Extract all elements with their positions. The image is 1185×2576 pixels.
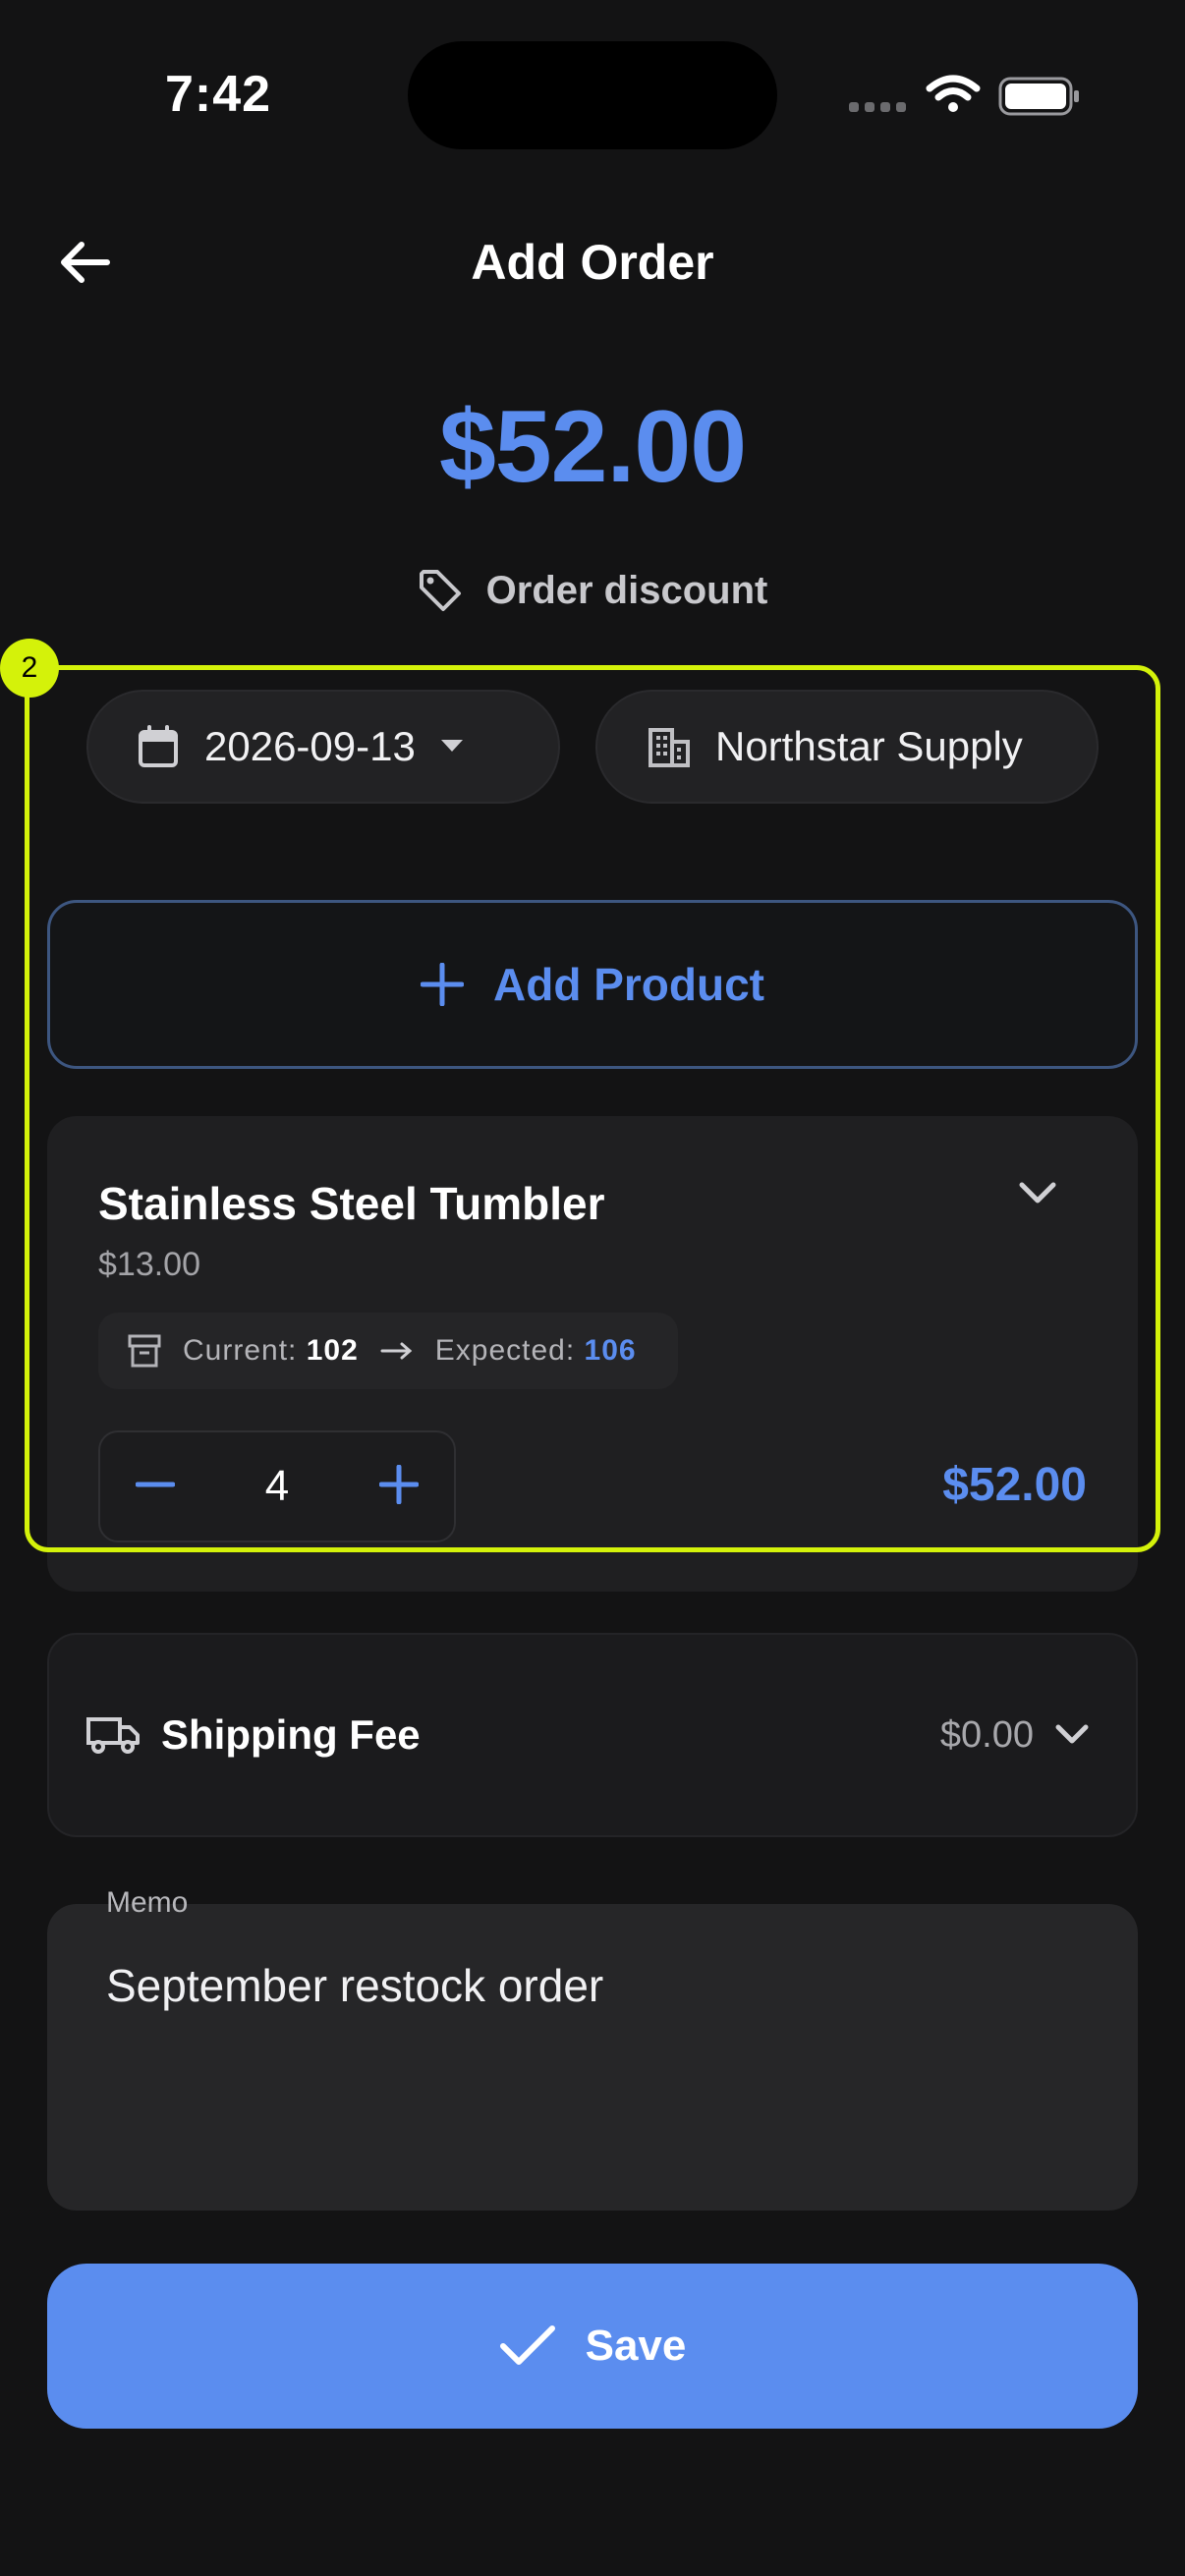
status-time: 7:42 <box>165 66 272 123</box>
battery-icon <box>998 77 1079 116</box>
wifi-icon <box>926 75 981 112</box>
plus-icon <box>421 963 464 1006</box>
supplier-picker-chip[interactable]: Northstar Supply <box>595 690 1099 804</box>
shipping-fee-value: $0.00 <box>939 1713 1034 1756</box>
calendar-icon <box>139 725 178 767</box>
product-line-total: $52.00 <box>942 1459 1087 1511</box>
archive-icon <box>128 1334 161 1368</box>
decrease-quantity-button[interactable] <box>135 1465 176 1509</box>
truck-icon <box>86 1717 140 1754</box>
expand-product-button[interactable] <box>1018 1181 1057 1211</box>
dynamic-island <box>408 41 777 149</box>
expected-stock: Expected: 106 <box>434 1334 637 1367</box>
chevron-down-icon <box>1019 1182 1056 1204</box>
building-icon <box>649 728 690 767</box>
product-unit-price: $13.00 <box>98 1246 200 1283</box>
product-line-card: Stainless Steel Tumbler $13.00 Current: … <box>47 1116 1138 1592</box>
plus-icon <box>378 1464 420 1504</box>
order-discount-button[interactable]: Order discount <box>0 568 1185 613</box>
dropdown-caret-icon <box>440 740 463 752</box>
quantity-stepper: 4 <box>98 1430 456 1542</box>
order-discount-label: Order discount <box>485 568 768 612</box>
current-stock: Current: 102 <box>183 1334 359 1367</box>
memo-text[interactable]: September restock order <box>106 1959 603 2012</box>
cellular-signal-icon <box>849 102 906 112</box>
shipping-fee-row[interactable]: Shipping Fee $0.00 <box>47 1633 1138 1837</box>
order-total-amount: $52.00 <box>438 390 747 504</box>
tag-icon <box>419 570 461 611</box>
arrow-right-icon <box>380 1342 413 1360</box>
memo-field[interactable]: Memo September restock order <box>47 1886 1138 2211</box>
add-order-screen: 7:42 Add Order $52.00 Order discount 202… <box>0 0 1185 2576</box>
save-button[interactable]: Save <box>47 2264 1138 2429</box>
product-name: Stainless Steel Tumbler <box>98 1178 605 1229</box>
date-picker-chip[interactable]: 2026-09-13 <box>86 690 560 804</box>
chevron-down-icon <box>1055 1724 1089 1744</box>
save-label: Save <box>585 2322 687 2370</box>
selected-supplier: Northstar Supply <box>715 723 1023 769</box>
minus-icon <box>135 1482 176 1486</box>
add-product-button[interactable]: Add Product <box>47 900 1138 1069</box>
shipping-fee-label: Shipping Fee <box>161 1711 421 1758</box>
quantity-value[interactable]: 4 <box>265 1462 289 1511</box>
page-title: Add Order <box>471 235 714 290</box>
check-icon <box>499 2325 555 2365</box>
selected-date: 2026-09-13 <box>204 723 416 769</box>
increase-quantity-button[interactable] <box>378 1464 420 1509</box>
add-product-label: Add Product <box>493 959 764 1010</box>
stock-info: Current: 102 Expected: 106 <box>98 1313 678 1389</box>
selection-badge: 2 <box>0 639 59 698</box>
memo-label: Memo <box>106 1886 189 1919</box>
